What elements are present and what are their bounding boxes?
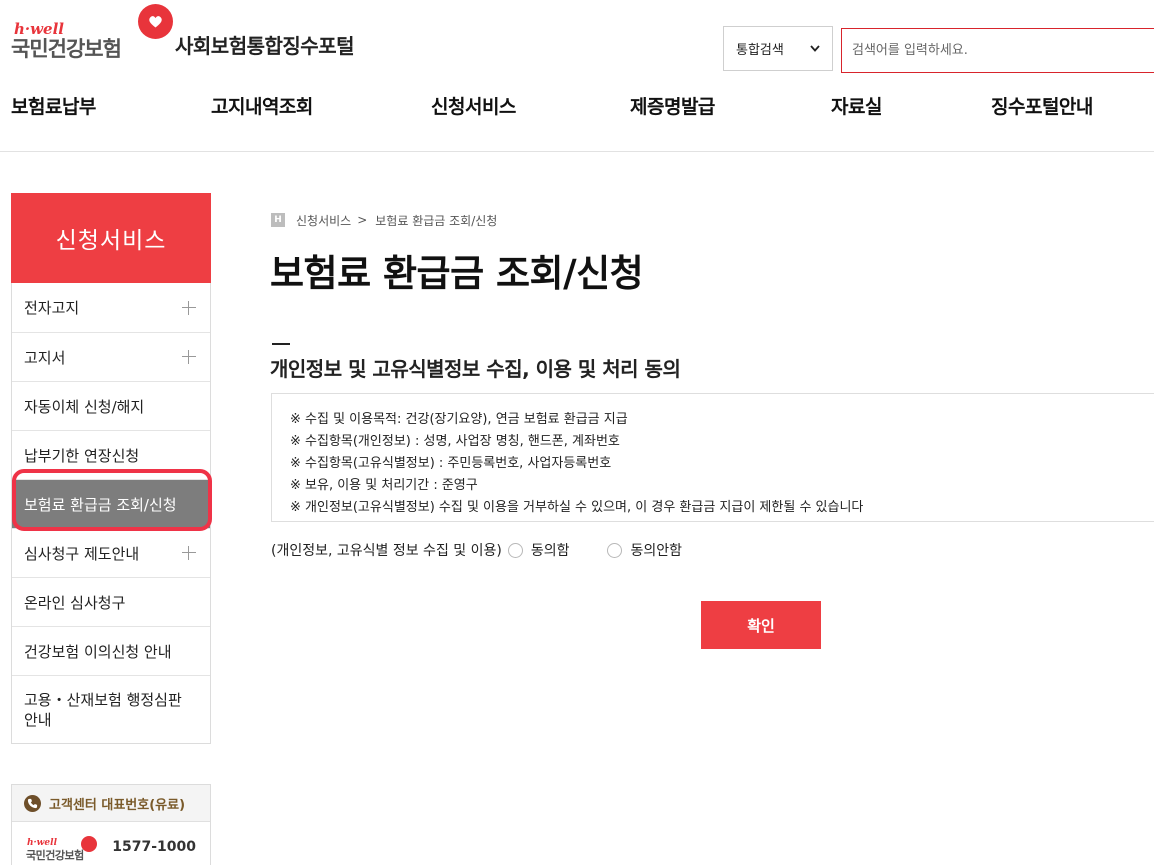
logo-name-text: 국민건강보험 (11, 37, 122, 61)
sidebar-item-label: 전자고지 (24, 299, 80, 317)
gnb-item-premium-payment[interactable]: 보험료납부 (11, 92, 96, 119)
sidebar-item-label: 납부기한 연장신청 (24, 446, 140, 465)
sidebar-item-deadline-extension[interactable]: 납부기한 연장신청 (12, 430, 210, 479)
gnb-item-data-room[interactable]: 자료실 (831, 92, 882, 119)
breadcrumb: H 신청서비스 > 보험료 환급금 조회/신청 (271, 212, 497, 228)
consent-term-line: ※ 개인정보(고유식별정보) 수집 및 이용을 거부하실 수 있으며, 이 경우… (290, 500, 864, 515)
sidebar-item-e-notice[interactable]: 전자고지 (12, 283, 210, 332)
plus-icon[interactable] (182, 546, 196, 560)
main-navigation: 보험료납부 고지내역조회 신청서비스 제증명발급 자료실 징수포털안내 (0, 92, 1154, 128)
consent-terms-box[interactable]: ※ 수집 및 이용목적: 건강(장기요양), 연금 보험료 환급금 지급 ※ 수… (271, 393, 1154, 522)
section-title: 개인정보 및 고유식별정보 수집, 이용 및 처리 동의 (270, 357, 681, 381)
heart-icon (138, 4, 173, 39)
search-scope-value: 통합검색 (736, 43, 784, 58)
confirm-button[interactable]: 확인 (701, 601, 821, 649)
sidebar-item-label: 고용・산재보험 행정심판 안내 (24, 690, 182, 730)
side-navigation: 신청서비스 전자고지 고지서 자동이체 신청/해지 납부기한 연장신청 보험료 … (11, 193, 211, 744)
customer-center-box: 고객센터 대표번호(유료) h·well 국민건강보험 1577-1000 (11, 784, 211, 865)
search-scope-select[interactable]: 통합검색 (723, 26, 833, 71)
sidebar-item-label: 온라인 심사청구 (24, 593, 126, 612)
customer-center-header: 고객센터 대표번호(유료) (12, 785, 210, 822)
gnb-item-portal-guide[interactable]: 징수포털안내 (991, 92, 1093, 119)
section-divider (272, 343, 290, 345)
sidebar-item-refund-inquiry[interactable]: 보험료 환급금 조회/신청 (12, 479, 210, 528)
phone-icon (24, 794, 41, 812)
gnb-item-application-service[interactable]: 신청서비스 (431, 92, 516, 119)
sidebar-item-label: 고지서 (24, 348, 66, 367)
sidebar-item-label: 자동이체 신청/해지 (24, 397, 145, 416)
customer-center-body: h·well 국민건강보험 1577-1000 (12, 822, 210, 865)
sidebar-item-notice-bill[interactable]: 고지서 (12, 332, 210, 381)
gnb-item-notice-inquiry[interactable]: 고지내역조회 (211, 92, 313, 119)
gnb-item-certificate-issue[interactable]: 제증명발급 (630, 92, 715, 119)
breadcrumb-separator: > (357, 213, 368, 227)
agree-radio-label[interactable]: 동의함 (531, 540, 570, 560)
portal-title[interactable]: 사회보험통합징수포털 (175, 30, 355, 59)
sidebar-item-online-review-request[interactable]: 온라인 심사청구 (12, 577, 210, 626)
plus-icon[interactable] (182, 300, 196, 315)
sidebar-item-review-request-guide[interactable]: 심사청구 제도안내 (12, 528, 210, 577)
consent-term-line: ※ 보유, 이용 및 처리기간 : 준영구 (290, 478, 478, 493)
sidebar-item-label-line1: 고용・산재보험 행정심판 (24, 690, 182, 709)
consent-radio-group: (개인정보, 고유식별 정보 수집 및 이용) 동의함 동의안함 (271, 538, 682, 562)
sidebar-item-label: 보험료 환급금 조회/신청 (24, 495, 177, 514)
search-input[interactable] (841, 28, 1154, 73)
sidebar-item-auto-transfer[interactable]: 자동이체 신청/해지 (12, 381, 210, 430)
breadcrumb-item[interactable]: 신청서비스 (296, 212, 351, 229)
consent-term-line: ※ 수집 및 이용목적: 건강(장기요양), 연금 보험료 환급금 지급 (290, 412, 628, 427)
consent-label: (개인정보, 고유식별 정보 수집 및 이용) (271, 543, 502, 559)
agree-radio[interactable] (507, 542, 523, 558)
plus-icon[interactable] (182, 350, 196, 364)
consent-term-line: ※ 수집항목(고유식별정보) : 주민등록번호, 사업자등록번호 (290, 456, 612, 471)
consent-term-line: ※ 수집항목(개인정보) : 성명, 사업장 명칭, 핸드폰, 계좌번호 (290, 434, 620, 449)
sidebar-menu: 전자고지 고지서 자동이체 신청/해지 납부기한 연장신청 보험료 환급금 조회… (11, 283, 211, 744)
home-icon[interactable]: H (271, 213, 285, 227)
breadcrumb-item-current: 보험료 환급금 조회/신청 (375, 213, 498, 228)
nhis-logo[interactable]: h·well 국민건강보험 (10, 4, 175, 61)
customer-center-phone[interactable]: 1577-1000 (112, 839, 196, 855)
cs-logo-name-text: 국민건강보험 (26, 849, 84, 862)
site-header: h·well 국민건강보험 사회보험통합징수포털 통합검색 보험료납부 고지내역… (0, 0, 1154, 152)
disagree-radio-label[interactable]: 동의안함 (630, 540, 682, 560)
disagree-radio[interactable] (607, 542, 623, 558)
sidebar-item-label: 건강보험 이의신청 안내 (24, 642, 172, 661)
sidebar-item-label: 심사청구 제도안내 (24, 544, 140, 563)
chevron-down-icon (810, 45, 820, 52)
sidebar-item-objection-guide[interactable]: 건강보험 이의신청 안내 (12, 626, 210, 675)
heart-icon (81, 836, 97, 852)
customer-center-title: 고객센터 대표번호(유료) (49, 797, 186, 813)
sidebar-title: 신청서비스 (11, 193, 211, 283)
sidebar-item-admin-appeal-guide[interactable]: 고용・산재보험 행정심판 안내 (12, 675, 210, 743)
sidebar-item-label-line2: 안내 (24, 710, 52, 729)
page-title: 보험료 환급금 조회/신청 (270, 252, 644, 295)
